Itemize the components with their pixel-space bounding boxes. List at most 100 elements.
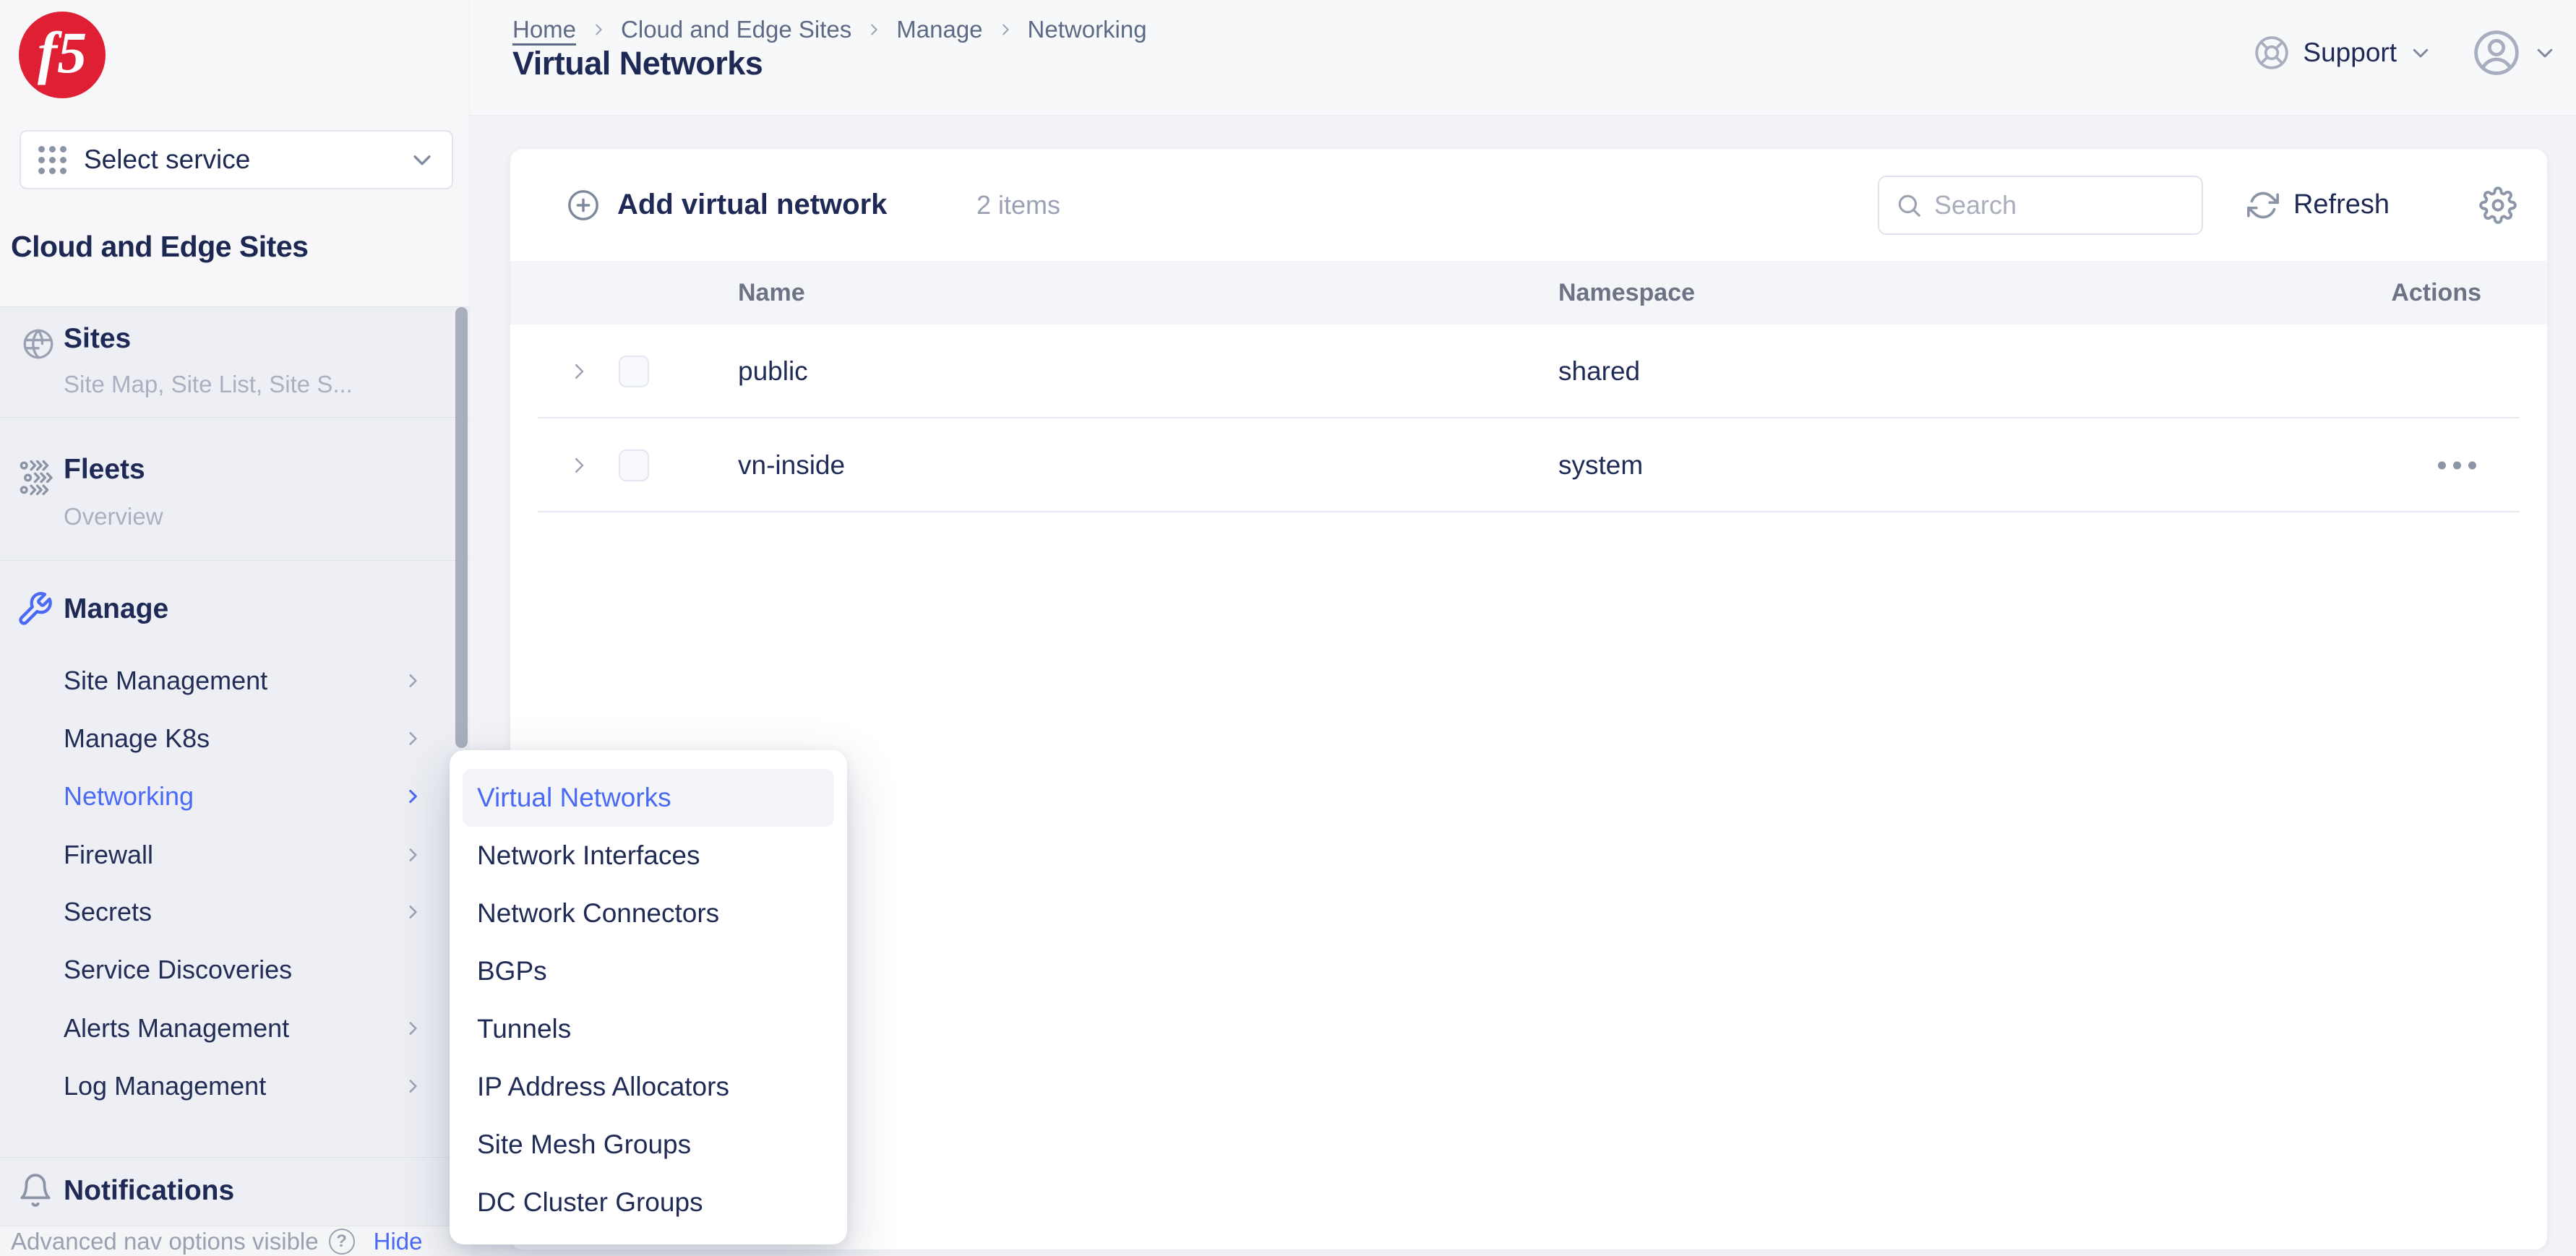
breadcrumb-networking[interactable]: Networking (1028, 16, 1147, 43)
sidebar-item-notifications[interactable]: Notifications (0, 1157, 470, 1226)
service-selector-label: Select service (84, 145, 410, 175)
column-header-name: Name (738, 261, 805, 324)
account-menu[interactable] (2472, 28, 2556, 77)
flyout-item-network-interfaces[interactable]: Network Interfaces (450, 827, 847, 885)
menu-item-label: Site Management (64, 652, 267, 710)
add-button-label: Add virtual network (617, 189, 887, 221)
items-count: 2 items (976, 149, 1060, 261)
cell-name[interactable]: public (738, 324, 808, 418)
page-header: Home Cloud and Edge Sites Manage Network… (470, 0, 2576, 116)
sidebar-item-label: Fleets (64, 454, 145, 486)
row-checkbox[interactable] (619, 450, 649, 481)
avatar (2472, 28, 2521, 77)
menu-item-label: Firewall (64, 826, 153, 884)
globe-icon (20, 326, 56, 362)
f5-logo-text: f5 (38, 19, 87, 87)
hide-link[interactable]: Hide (374, 1228, 423, 1255)
chevron-right-icon (403, 903, 422, 921)
sidebar-item-site-management[interactable]: Site Management (0, 652, 470, 710)
fleet-dots-icon (19, 458, 58, 497)
service-selector[interactable]: Select service (20, 130, 453, 189)
sidebar-item-manage-k8s[interactable]: Manage K8s (0, 710, 470, 767)
search-icon (1895, 192, 1923, 219)
flyout-item-network-connectors[interactable]: Network Connectors (450, 885, 847, 942)
breadcrumb: Home Cloud and Edge Sites Manage Network… (512, 16, 1147, 43)
help-icon[interactable]: ? (329, 1229, 355, 1255)
sidebar-service-title: Cloud and Edge Sites (11, 230, 308, 264)
row-expand-icon[interactable] (568, 361, 590, 382)
table-settings-button[interactable] (2479, 186, 2517, 224)
sidebar: f5 Select service Cloud and Edge Sites S… (0, 0, 470, 1256)
chevron-right-icon (866, 22, 882, 38)
menu-item-label: Manage K8s (64, 710, 210, 767)
search-input[interactable] (1934, 190, 2165, 220)
menu-item-label: Log Management (64, 1057, 266, 1115)
table-row: public shared (510, 324, 2547, 418)
chevron-right-icon (403, 671, 422, 690)
flyout-item-bgps[interactable]: BGPs (450, 942, 847, 1000)
cell-namespace: system (1558, 418, 1643, 512)
gear-icon (2479, 186, 2517, 224)
chevron-right-icon (403, 729, 422, 748)
menu-item-label: Alerts Management (64, 999, 289, 1057)
life-ring-icon (2254, 35, 2290, 71)
sidebar-item-log-management[interactable]: Log Management (0, 1057, 470, 1115)
flyout-item-site-mesh-groups[interactable]: Site Mesh Groups (450, 1116, 847, 1174)
sidebar-item-secrets[interactable]: Secrets (0, 883, 470, 941)
sidebar-item-sites[interactable]: Sites Site Map, Site List, Site S... (0, 307, 470, 418)
cell-name[interactable]: vn-inside (738, 418, 845, 512)
row-expand-icon[interactable] (568, 455, 590, 476)
flyout-item-tunnels[interactable]: Tunnels (450, 1000, 847, 1058)
support-label: Support (2303, 38, 2397, 68)
sidebar-item-subtitle: Site Map, Site List, Site S... (64, 371, 353, 398)
chevron-right-icon (403, 846, 422, 864)
flyout-item-virtual-networks[interactable]: Virtual Networks (463, 769, 834, 827)
row-checkbox[interactable] (619, 356, 649, 387)
search-box (1878, 176, 2203, 235)
chevron-right-icon (403, 1019, 422, 1038)
sidebar-scrollbar-thumb[interactable] (455, 307, 468, 748)
row-actions-menu[interactable] (2431, 455, 2483, 477)
sidebar-item-networking[interactable]: Networking (0, 767, 470, 825)
column-header-actions: Actions (2391, 261, 2481, 324)
sidebar-item-label: Sites (64, 323, 131, 355)
flyout-item-dc-cluster-groups[interactable]: DC Cluster Groups (450, 1174, 847, 1231)
cell-namespace: shared (1558, 324, 1640, 418)
chevron-down-icon (2410, 42, 2431, 64)
wrench-icon (16, 590, 53, 628)
breadcrumb-home[interactable]: Home (512, 16, 576, 43)
sidebar-item-firewall[interactable]: Firewall (0, 826, 470, 884)
sidebar-item-service-discoveries[interactable]: Service Discoveries (0, 941, 470, 999)
menu-item-label: Service Discoveries (64, 941, 292, 999)
chevron-right-icon (403, 1077, 422, 1096)
menu-item-label: Secrets (64, 883, 152, 941)
bell-icon (17, 1172, 53, 1208)
support-menu[interactable]: Support (2254, 35, 2431, 71)
sidebar-nav: Sites Site Map, Site List, Site S... Fle… (0, 306, 470, 1226)
chevron-right-icon (403, 787, 422, 806)
refresh-button[interactable]: Refresh (2247, 149, 2390, 261)
networking-flyout-menu: Virtual Networks Network Interfaces Netw… (450, 750, 847, 1244)
plus-circle-icon (567, 189, 600, 222)
add-virtual-network-button[interactable]: Add virtual network (567, 149, 887, 261)
sidebar-item-subtitle: Overview (64, 503, 163, 530)
column-header-namespace: Namespace (1558, 261, 1695, 324)
refresh-label: Refresh (2293, 189, 2390, 220)
table-row: vn-inside system (510, 418, 2547, 512)
breadcrumb-cloud-and-edge-sites[interactable]: Cloud and Edge Sites (621, 16, 851, 43)
sidebar-item-alerts-management[interactable]: Alerts Management (0, 999, 470, 1057)
menu-item-label: Networking (64, 767, 194, 825)
f5-logo[interactable]: f5 (19, 12, 106, 98)
sidebar-footer: Advanced nav options visible ? Hide (0, 1226, 470, 1256)
table-toolbar: Add virtual network 2 items Refresh (510, 149, 2547, 261)
sidebar-section-label: Notifications (64, 1175, 234, 1207)
sidebar-item-fleets[interactable]: Fleets Overview (0, 418, 470, 561)
advanced-nav-status: Advanced nav options visible (11, 1228, 319, 1255)
sidebar-section-label: Manage (64, 593, 168, 625)
sidebar-section-manage[interactable]: Manage (0, 580, 470, 638)
flyout-item-ip-address-allocators[interactable]: IP Address Allocators (450, 1058, 847, 1116)
chevron-right-icon (591, 22, 606, 38)
grid-icon (38, 146, 66, 174)
breadcrumb-manage[interactable]: Manage (896, 16, 982, 43)
chevron-right-icon (997, 22, 1013, 38)
